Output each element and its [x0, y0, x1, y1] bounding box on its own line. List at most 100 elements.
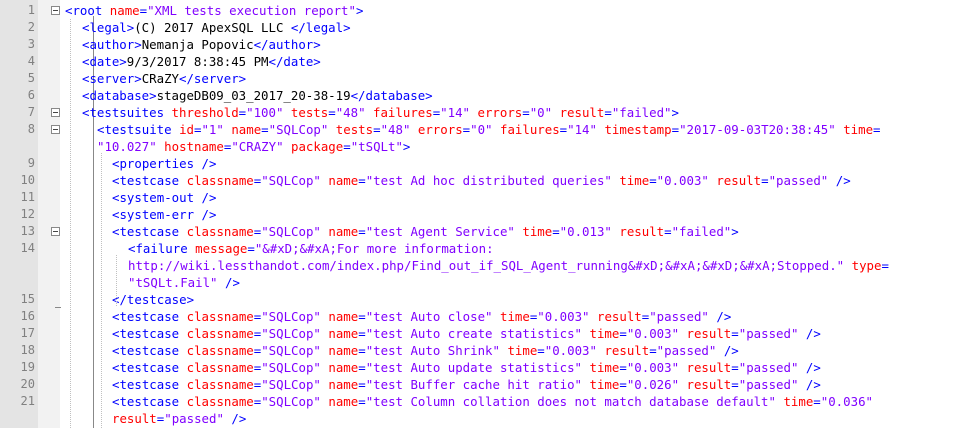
xml-text [493, 122, 500, 137]
xml-editor[interactable]: 1 2 3 4 5 6 7 8 9 10 11 12 13 14 15 16 17 18 19 20 21 <root … [0, 0, 978, 428]
xml-tag: > [355, 3, 364, 18]
xml-tag: = [649, 343, 657, 358]
xml-value: "0.003" [537, 309, 590, 324]
code-line[interactable]: <date>9/3/2017 8:38:45 PM</date> [82, 53, 321, 70]
xml-tag: = [649, 173, 657, 188]
code-line[interactable]: <author>Nemanja Popovic</author> [82, 36, 321, 53]
xml-value: "test Auto update statistics" [365, 360, 583, 375]
fold-toggle-icon[interactable] [51, 227, 60, 236]
xml-attribute: classname [186, 173, 254, 188]
code-line[interactable]: <testsuite id="1" name="SQLCop" tests="4… [97, 121, 881, 138]
xml-tag: <testcase [112, 377, 180, 392]
xml-attribute: name [231, 122, 262, 137]
xml-text [493, 309, 500, 324]
code-line[interactable]: "10.027" hostname="CRAZY" package="tSQLt… [97, 138, 410, 155]
xml-tag: = [537, 343, 545, 358]
indent-guide [70, 19, 71, 428]
xml-tag: > [671, 105, 679, 120]
code-line[interactable]: <server>CRaZY</server> [82, 70, 246, 87]
xml-text [179, 326, 186, 341]
xml-attribute: tests [335, 122, 374, 137]
xml-tag: = [522, 105, 530, 120]
code-line[interactable]: http://wiki.lessthandot.com/index.php/Fi… [128, 257, 889, 274]
xml-attribute: result [686, 360, 732, 375]
line-number: 3 [27, 37, 35, 51]
xml-tag: /> [835, 173, 851, 188]
line-number: 8 [27, 122, 35, 136]
code-line[interactable]: <testcase classname="SQLCop" name="test … [112, 359, 821, 376]
xml-value: "0.036" [820, 394, 873, 409]
code-line[interactable]: <legal>(C) 2017 ApexSQL LLC </legal> [82, 19, 351, 36]
fold-toggle-icon[interactable] [51, 108, 60, 117]
xml-tag: <testcase [112, 326, 180, 341]
xml-tag: /> [231, 411, 247, 426]
code-line[interactable]: <testcase classname="SQLCop" name="test … [112, 223, 739, 240]
xml-tag: <system-err /> [112, 207, 217, 222]
xml-attribute: result [686, 377, 732, 392]
code-line[interactable]: result="passed" /> [112, 410, 246, 427]
code-line[interactable]: <system-err /> [112, 206, 216, 223]
fold-toggle-icon[interactable] [51, 125, 60, 134]
code-line[interactable]: <failure message="&#xD;&#xA;For more inf… [128, 240, 494, 257]
xml-value: "SQLCop" [261, 173, 321, 188]
xml-tag: <legal> [82, 20, 135, 35]
code-line[interactable]: <testcase classname="SQLCop" name="test … [112, 393, 873, 410]
xml-value: "test Column collation does not match da… [365, 394, 776, 409]
line-number: 12 [20, 207, 35, 221]
code-line[interactable]: <system-out /> [112, 189, 216, 206]
xml-value: "passed" [738, 377, 799, 392]
xml-tag: = [619, 326, 627, 341]
xml-text [102, 3, 109, 18]
xml-tag: <root [65, 3, 103, 18]
xml-attribute: name [328, 377, 359, 392]
xml-attribute: name [328, 326, 359, 341]
xml-attribute: errors [477, 105, 523, 120]
code-line[interactable]: <database>stageDB09_03_2017_20-38-19</da… [82, 87, 433, 104]
xml-attribute: hostname [164, 139, 224, 154]
xml-text [798, 360, 805, 375]
xml-value: "0.026" [626, 377, 680, 392]
xml-tag: /> [805, 377, 821, 392]
xml-text: CRaZY [141, 71, 179, 86]
xml-tag: <testsuite [97, 122, 172, 137]
code-line[interactable]: <root name="XML tests execution report"> [65, 2, 363, 19]
xml-attribute: classname [186, 377, 254, 392]
xml-text [283, 105, 290, 120]
xml-tag: = [247, 241, 255, 256]
xml-tag: <testcase [112, 173, 180, 188]
code-line[interactable]: <properties /> [112, 155, 216, 172]
code-line[interactable]: <testcase classname="SQLCop" name="test … [112, 308, 731, 325]
xml-value: "0.003" [544, 343, 597, 358]
code-line[interactable]: <testcase classname="SQLCop" name="test … [112, 325, 821, 342]
xml-tag: /> [805, 360, 821, 375]
xml-tag: > [402, 139, 411, 154]
code-line[interactable]: </testcase> [112, 291, 194, 308]
xml-text [328, 122, 335, 137]
xml-value: "2017-09-03T20:38:45" [679, 122, 836, 137]
line-number: 1 [27, 3, 35, 17]
xml-attribute: result [559, 105, 605, 120]
code-line[interactable]: <testcase classname="SQLCop" name="test … [112, 342, 739, 359]
xml-attribute: result [686, 326, 732, 341]
xml-value: "14" [440, 105, 471, 120]
xml-attribute: time [619, 173, 650, 188]
code-line[interactable]: <testcase classname="SQLCop" name="test … [112, 172, 851, 189]
xml-tag: = [731, 360, 739, 375]
xml-text: stageDB09_03_2017_20-38-19 [156, 88, 351, 103]
xml-tag: = [139, 3, 148, 18]
xml-attribute: time [589, 377, 620, 392]
fold-toggle-icon[interactable] [51, 6, 60, 15]
xml-tag: = [358, 394, 366, 409]
xml-tag: </date> [268, 54, 321, 69]
code-line[interactable]: <testcase classname="SQLCop" name="test … [112, 376, 821, 393]
xml-tag: = [358, 360, 366, 375]
xml-attribute: result [716, 173, 762, 188]
xml-text [179, 309, 186, 324]
xml-value: "48" [335, 105, 366, 120]
xml-tag: <testcase [112, 343, 180, 358]
code-line[interactable]: "tSQLt.Fail" /> [128, 274, 240, 291]
xml-value: "test Buffer cache hit ratio" [365, 377, 583, 392]
xml-tag: = [343, 139, 351, 154]
code-line[interactable]: <testsuites threshold="100" tests="48" f… [82, 104, 679, 121]
xml-attribute: package [291, 139, 344, 154]
